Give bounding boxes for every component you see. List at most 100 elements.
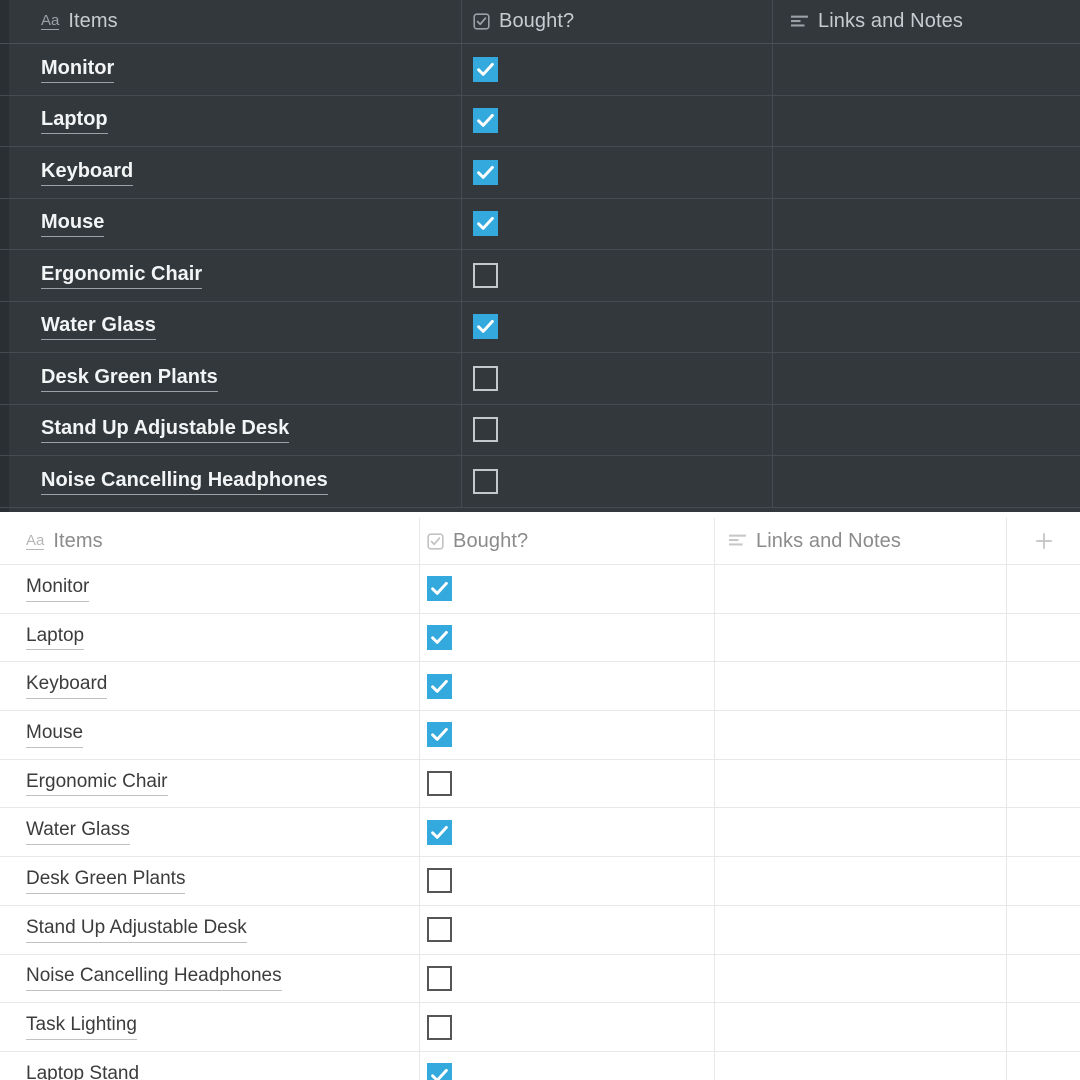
cell-item-name[interactable]: Keyboard xyxy=(9,147,461,198)
table-row[interactable]: Water Glass xyxy=(0,808,1080,858)
table-row[interactable]: Desk Green Plants xyxy=(0,353,1080,405)
cell-notes[interactable] xyxy=(772,301,1080,352)
cell-bought[interactable] xyxy=(419,857,714,905)
cell-notes[interactable] xyxy=(714,857,1006,905)
cell-notes[interactable] xyxy=(714,808,1006,857)
checkbox-unchecked[interactable] xyxy=(427,1014,452,1040)
checkbox-unchecked[interactable] xyxy=(473,365,498,391)
table-row[interactable]: Desk Green Plants xyxy=(0,857,1080,906)
cell-notes[interactable] xyxy=(714,662,1006,711)
table-row[interactable]: Laptop xyxy=(0,95,1080,147)
cell-notes[interactable] xyxy=(714,759,1006,808)
table-row[interactable]: Laptop xyxy=(0,613,1080,663)
table-row[interactable]: Mouse xyxy=(0,198,1080,250)
table-row[interactable]: Keyboard xyxy=(0,662,1080,712)
table-row[interactable]: Mouse xyxy=(0,711,1080,760)
cell-add-column[interactable] xyxy=(1006,808,1080,857)
column-header-notes[interactable]: Links and Notes xyxy=(714,518,1006,564)
cell-bought[interactable] xyxy=(419,905,714,954)
cell-item-name[interactable]: Noise Cancelling Headphones xyxy=(0,955,419,1003)
cell-item-name[interactable]: Mouse xyxy=(9,199,461,250)
cell-add-column[interactable] xyxy=(1006,905,1080,954)
checkbox-checked[interactable] xyxy=(473,159,498,185)
cell-item-name[interactable]: Water Glass xyxy=(0,808,419,856)
cell-notes[interactable] xyxy=(772,147,1080,198)
cell-bought[interactable] xyxy=(461,353,772,404)
cell-item-name[interactable]: Noise Cancelling Headphones xyxy=(9,456,461,507)
table-row[interactable]: Water Glass xyxy=(0,301,1080,353)
cell-item-name[interactable]: Ergonomic Chair xyxy=(0,760,419,808)
checkbox-checked[interactable] xyxy=(427,673,452,699)
checkbox-checked[interactable] xyxy=(427,576,452,602)
cell-add-column[interactable] xyxy=(1006,613,1080,662)
checkbox-checked[interactable] xyxy=(427,722,452,748)
cell-bought[interactable] xyxy=(461,301,772,352)
cell-bought[interactable] xyxy=(419,662,714,711)
cell-bought[interactable] xyxy=(461,44,772,95)
cell-item-name[interactable]: Desk Green Plants xyxy=(9,353,461,404)
cell-add-column[interactable] xyxy=(1006,711,1080,759)
table-row[interactable]: Monitor xyxy=(0,44,1080,96)
cell-item-name[interactable]: Water Glass xyxy=(9,302,461,353)
cell-add-column[interactable] xyxy=(1006,1051,1080,1080)
cell-bought[interactable] xyxy=(461,95,772,146)
cell-item-name[interactable]: Laptop Stand xyxy=(0,1052,419,1080)
checkbox-checked[interactable] xyxy=(427,625,452,651)
checkbox-checked[interactable] xyxy=(473,108,498,134)
cell-notes[interactable] xyxy=(772,95,1080,146)
cell-item-name[interactable]: Laptop xyxy=(9,96,461,147)
table-row[interactable]: Ergonomic Chair xyxy=(0,759,1080,809)
cell-notes[interactable] xyxy=(714,1051,1006,1080)
cell-notes[interactable] xyxy=(714,954,1006,1003)
column-header-bought[interactable]: Bought? xyxy=(461,0,772,43)
cell-bought[interactable] xyxy=(419,808,714,857)
cell-bought[interactable] xyxy=(419,565,714,613)
cell-bought[interactable] xyxy=(461,198,772,249)
checkbox-unchecked[interactable] xyxy=(427,771,452,797)
checkbox-unchecked[interactable] xyxy=(473,417,498,443)
cell-item-name[interactable]: Monitor xyxy=(9,44,461,95)
cell-item-name[interactable]: Ergonomic Chair xyxy=(9,250,461,301)
table-row[interactable]: Noise Cancelling Headphones xyxy=(0,456,1080,508)
cell-notes[interactable] xyxy=(714,565,1006,613)
cell-notes[interactable] xyxy=(714,1003,1006,1051)
table-row[interactable]: Stand Up Adjustable Desk xyxy=(0,404,1080,456)
cell-add-column[interactable] xyxy=(1006,759,1080,808)
cell-bought[interactable] xyxy=(461,250,772,301)
column-header-items[interactable]: Aa Items xyxy=(9,0,461,43)
cell-bought[interactable] xyxy=(419,954,714,1003)
cell-item-name[interactable]: Mouse xyxy=(0,711,419,759)
cell-add-column[interactable] xyxy=(1006,565,1080,613)
table-row[interactable]: Ergonomic Chair xyxy=(0,250,1080,302)
cell-notes[interactable] xyxy=(772,198,1080,249)
add-column-button[interactable] xyxy=(1006,518,1080,564)
cell-add-column[interactable] xyxy=(1006,954,1080,1003)
cell-bought[interactable] xyxy=(419,759,714,808)
cell-bought[interactable] xyxy=(419,1003,714,1051)
cell-item-name[interactable]: Keyboard xyxy=(0,662,419,710)
checkbox-unchecked[interactable] xyxy=(427,965,452,991)
cell-bought[interactable] xyxy=(461,147,772,198)
cell-item-name[interactable]: Laptop xyxy=(0,614,419,662)
checkbox-checked[interactable] xyxy=(427,1063,452,1080)
cell-bought[interactable] xyxy=(461,456,772,507)
checkbox-checked[interactable] xyxy=(473,314,498,340)
checkbox-unchecked[interactable] xyxy=(427,868,452,894)
table-row[interactable]: Keyboard xyxy=(0,147,1080,199)
cell-bought[interactable] xyxy=(419,1051,714,1080)
cell-bought[interactable] xyxy=(419,711,714,759)
cell-notes[interactable] xyxy=(772,44,1080,95)
cell-notes[interactable] xyxy=(772,353,1080,404)
cell-item-name[interactable]: Stand Up Adjustable Desk xyxy=(9,405,461,456)
cell-notes[interactable] xyxy=(772,250,1080,301)
cell-bought[interactable] xyxy=(461,404,772,455)
table-row[interactable]: Noise Cancelling Headphones xyxy=(0,954,1080,1004)
cell-item-name[interactable]: Desk Green Plants xyxy=(0,857,419,905)
cell-item-name[interactable]: Task Lighting xyxy=(0,1003,419,1051)
checkbox-checked[interactable] xyxy=(473,211,498,237)
cell-add-column[interactable] xyxy=(1006,857,1080,905)
table-row[interactable]: Monitor xyxy=(0,565,1080,614)
checkbox-checked[interactable] xyxy=(473,56,498,82)
cell-item-name[interactable]: Monitor xyxy=(0,565,419,613)
column-header-notes[interactable]: Links and Notes xyxy=(772,0,1080,43)
